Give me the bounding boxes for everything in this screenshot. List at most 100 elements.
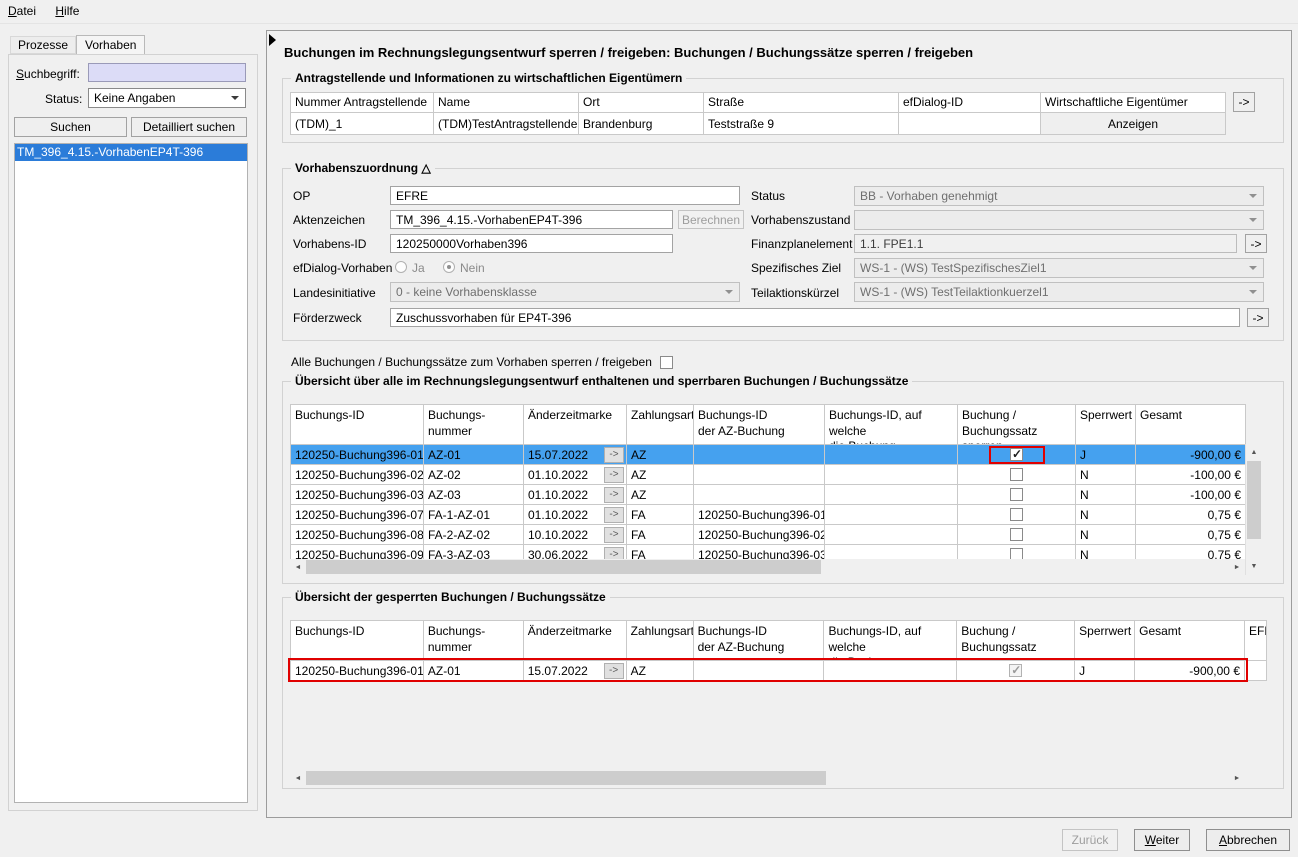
horizontal-scrollbar[interactable]: ◄ ►: [290, 559, 1245, 575]
ja-radio[interactable]: [395, 261, 407, 273]
landesinitiative-select[interactable]: 0 - keine Vorhabensklasse: [390, 282, 740, 302]
op-input[interactable]: EFRE: [390, 186, 740, 205]
scroll-right-icon[interactable]: ►: [1229, 770, 1245, 786]
spezifisches-ziel-select[interactable]: WS-1 - (WS) TestSpezifischesZiel1: [854, 258, 1264, 278]
menu-hilfe-label: Hilfe: [55, 4, 79, 18]
table-row[interactable]: 120250-Buchung396-02 AZ-02 01.10.2022-> …: [291, 465, 1246, 485]
detailliert-suchen-button[interactable]: Detailliert suchen: [131, 117, 247, 137]
scroll-left-icon[interactable]: ◄: [290, 559, 306, 575]
scroll-right-icon[interactable]: ►: [1229, 559, 1245, 575]
tab-prozesse[interactable]: Prozesse: [10, 36, 76, 54]
status-vorhaben-select[interactable]: BB - Vorhaben genehmigt: [854, 186, 1264, 206]
cell-az-buchung: 120250-Buchung396-03: [694, 545, 825, 559]
finanzplanelement-input[interactable]: 1.1. FPE1.1: [854, 234, 1237, 253]
col-header-efre[interactable]: EFR: [1245, 621, 1267, 661]
sperren-checkbox[interactable]: [1010, 468, 1023, 481]
table-header-row: Buchungs-ID Buchungs- nummer Änderzeitma…: [291, 405, 1246, 445]
weiter-label: Weiter: [1145, 833, 1179, 847]
col-header-sperren[interactable]: Buchung / Buchungssatz sperren: [958, 405, 1076, 445]
vorhabens-id-input[interactable]: 120250000Vorhaben396: [390, 234, 673, 253]
collapse-panel-icon[interactable]: [269, 34, 276, 46]
col-header-sperrwert[interactable]: Sperrwert: [1075, 621, 1135, 661]
status-filter-select[interactable]: Keine Angaben: [88, 88, 246, 108]
menu-hilfe[interactable]: Hilfe: [47, 0, 87, 22]
table-row[interactable]: 120250-Buchung396-01 AZ-01 15.07.2022-> …: [291, 661, 1267, 681]
horizontal-scrollbar-thumb[interactable]: [306, 560, 821, 574]
cell-sperrwert: N: [1076, 545, 1136, 559]
zeitmarke-value: 01.10.2022: [528, 488, 588, 502]
zeitmarke-arrow-button[interactable]: ->: [604, 467, 624, 483]
sperren-checkbox[interactable]: [1010, 508, 1023, 521]
col-header-az-buchung[interactable]: Buchungs-ID der AZ-Buchung: [694, 405, 825, 445]
cell-nummer: (TDM)_1: [291, 113, 434, 135]
foerderzweck-arrow-button[interactable]: ->: [1247, 308, 1269, 327]
weiter-button[interactable]: Weiter: [1134, 829, 1190, 851]
sperren-checkbox[interactable]: [1010, 528, 1023, 541]
scroll-left-icon[interactable]: ◄: [290, 770, 306, 786]
col-header-aenderzeitmarke[interactable]: Änderzeitmarke: [524, 621, 627, 661]
col-header-zahlungsart[interactable]: Zahlungsart: [627, 405, 694, 445]
table-row[interactable]: 120250-Buchung396-01 AZ-01 15.07.2022-> …: [291, 445, 1246, 465]
berechnen-button[interactable]: Berechnen: [678, 210, 744, 229]
zeitmarke-arrow-button[interactable]: ->: [604, 663, 624, 679]
zurueck-button[interactable]: Zurück: [1062, 829, 1118, 851]
alle-sperren-checkbox[interactable]: [660, 356, 673, 369]
horizontal-scrollbar-thumb[interactable]: [306, 771, 826, 785]
cell-sperren: [958, 545, 1076, 559]
col-header-gesamt[interactable]: Gesamt: [1136, 405, 1246, 445]
aktenzeichen-label: Aktenzeichen: [293, 213, 365, 227]
zeitmarke-arrow-button[interactable]: ->: [604, 487, 624, 503]
col-header-zahlungsart[interactable]: Zahlungsart: [627, 621, 694, 661]
table-row[interactable]: 120250-Buchung396-09 FA-3-AZ-03 30.06.20…: [291, 545, 1246, 559]
anzeigen-button[interactable]: Anzeigen: [1041, 113, 1226, 135]
col-header-buchungs-id[interactable]: Buchungs-ID: [291, 405, 424, 445]
antrag-arrow-button[interactable]: ->: [1233, 92, 1255, 112]
cell-zahlungsart: AZ: [627, 485, 694, 505]
table-row[interactable]: 120250-Buchung396-07 FA-1-AZ-01 01.10.20…: [291, 505, 1246, 525]
vertical-scrollbar[interactable]: ▲ ▼: [1245, 444, 1262, 575]
zurueck-label: Zurück: [1072, 833, 1109, 847]
col-header-referenziert[interactable]: Buchungs-ID, auf welche die Buchung refe…: [825, 405, 958, 445]
zeitmarke-arrow-button[interactable]: ->: [604, 507, 624, 523]
col-header-buchungs-id[interactable]: Buchungs-ID: [291, 621, 424, 661]
aktenzeichen-input[interactable]: TM_396_4.15.-VorhabenEP4T-396: [390, 210, 673, 229]
col-header-referenziert[interactable]: Buchungs-ID, auf welche die Buchung refe…: [824, 621, 957, 661]
suchbegriff-input[interactable]: [88, 63, 246, 82]
col-header-gesperrt[interactable]: Buchung / Buchungssatz gesperrt: [957, 621, 1075, 661]
table-row[interactable]: 120250-Buchung396-03 AZ-03 01.10.2022-> …: [291, 485, 1246, 505]
efdialog-vorhaben-label: efDialog-Vorhaben: [293, 261, 392, 275]
nein-radio[interactable]: [443, 261, 455, 273]
vorhabenszustand-select[interactable]: [854, 210, 1264, 230]
vorhaben-list[interactable]: TM_396_4.15.-VorhabenEP4T-396: [14, 143, 248, 803]
zeitmarke-arrow-button[interactable]: ->: [604, 547, 624, 560]
finanzplanelement-arrow-button[interactable]: ->: [1245, 234, 1267, 253]
horizontal-scrollbar[interactable]: ◄ ►: [290, 770, 1245, 786]
col-header-az-buchung[interactable]: Buchungs-ID der AZ-Buchung: [694, 621, 825, 661]
teilaktionskuerzel-select[interactable]: WS-1 - (WS) TestTeilaktionkuerzel1: [854, 282, 1264, 302]
suchen-button[interactable]: Suchen: [14, 117, 127, 137]
list-item[interactable]: TM_396_4.15.-VorhabenEP4T-396: [15, 144, 247, 161]
sperren-checkbox[interactable]: [1010, 548, 1023, 559]
gesperrt-group: Übersicht der gesperrten Buchungen / Buc…: [282, 597, 1284, 789]
scroll-up-icon[interactable]: ▲: [1246, 444, 1262, 461]
zeitmarke-arrow-button[interactable]: ->: [604, 527, 624, 543]
col-header-gesamt[interactable]: Gesamt: [1135, 621, 1245, 661]
sperren-checkbox[interactable]: [1010, 448, 1023, 461]
alle-sperren-label: Alle Buchungen / Buchungssätze zum Vorha…: [291, 355, 652, 369]
vorhabenszustand-label: Vorhabenszustand: [751, 213, 850, 227]
menu-datei[interactable]: Datei: [0, 0, 44, 22]
abbrechen-button[interactable]: Abbrechen: [1206, 829, 1290, 851]
tab-vorhaben[interactable]: Vorhaben: [76, 35, 145, 54]
status-label: Status:: [45, 92, 82, 106]
col-header-buchungsnummer[interactable]: Buchungs- nummer: [424, 621, 524, 661]
zeitmarke-arrow-button[interactable]: ->: [604, 447, 624, 463]
col-header-buchungsnummer[interactable]: Buchungs- nummer: [424, 405, 524, 445]
col-header-sperrwert[interactable]: Sperrwert: [1076, 405, 1136, 445]
col-header-aenderzeitmarke[interactable]: Änderzeitmarke: [524, 405, 627, 445]
vertical-scrollbar-thumb[interactable]: [1247, 461, 1261, 539]
foerderzweck-input[interactable]: Zuschussvorhaben für EP4T-396: [390, 308, 1240, 327]
sperren-checkbox[interactable]: [1010, 488, 1023, 501]
scroll-down-icon[interactable]: ▼: [1246, 558, 1262, 575]
table-row[interactable]: 120250-Buchung396-08 FA-2-AZ-02 10.10.20…: [291, 525, 1246, 545]
cell-name: (TDM)TestAntragstellende1: [434, 113, 579, 135]
